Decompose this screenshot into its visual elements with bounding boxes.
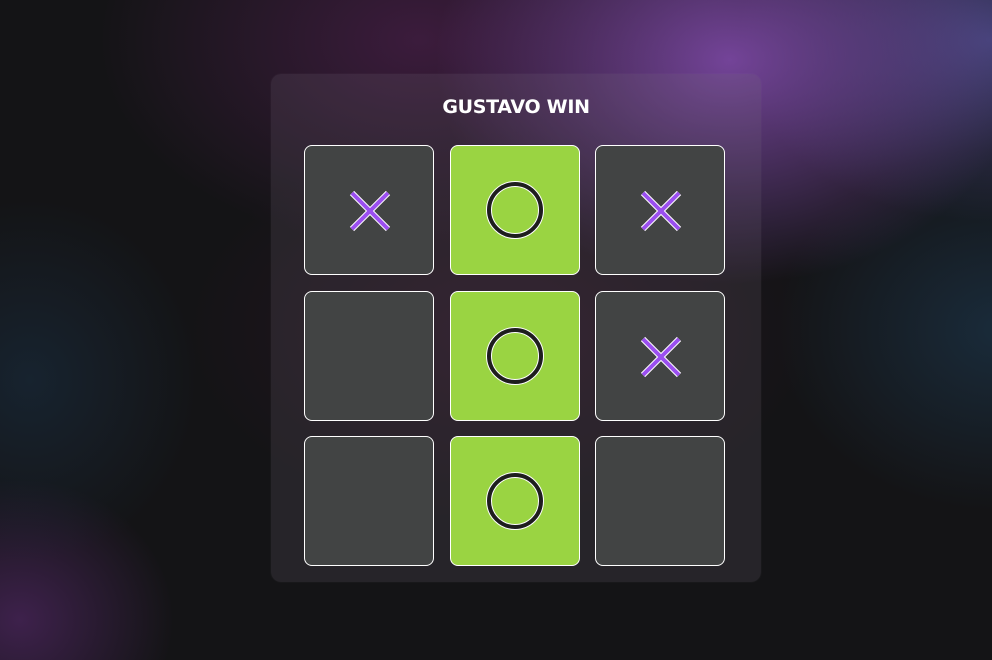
- o-mark-icon: [486, 327, 544, 385]
- board-cell-9[interactable]: [595, 436, 725, 566]
- board-cell-1[interactable]: [304, 145, 434, 275]
- board-cell-4[interactable]: [304, 291, 434, 421]
- x-mark-icon: [349, 190, 391, 232]
- board-cell-6[interactable]: [595, 291, 725, 421]
- board-cell-8[interactable]: [450, 436, 580, 566]
- game-panel: GUSTAVO WIN: [271, 74, 761, 582]
- o-mark-icon: [486, 472, 544, 530]
- game-status: GUSTAVO WIN: [442, 96, 590, 118]
- board-cell-2[interactable]: [450, 145, 580, 275]
- o-mark-icon: [486, 181, 544, 239]
- board-cell-5[interactable]: [450, 291, 580, 421]
- board-cell-7[interactable]: [304, 436, 434, 566]
- board-cell-3[interactable]: [595, 145, 725, 275]
- x-mark-icon: [640, 336, 682, 378]
- game-board: [304, 145, 728, 569]
- x-mark-icon: [640, 190, 682, 232]
